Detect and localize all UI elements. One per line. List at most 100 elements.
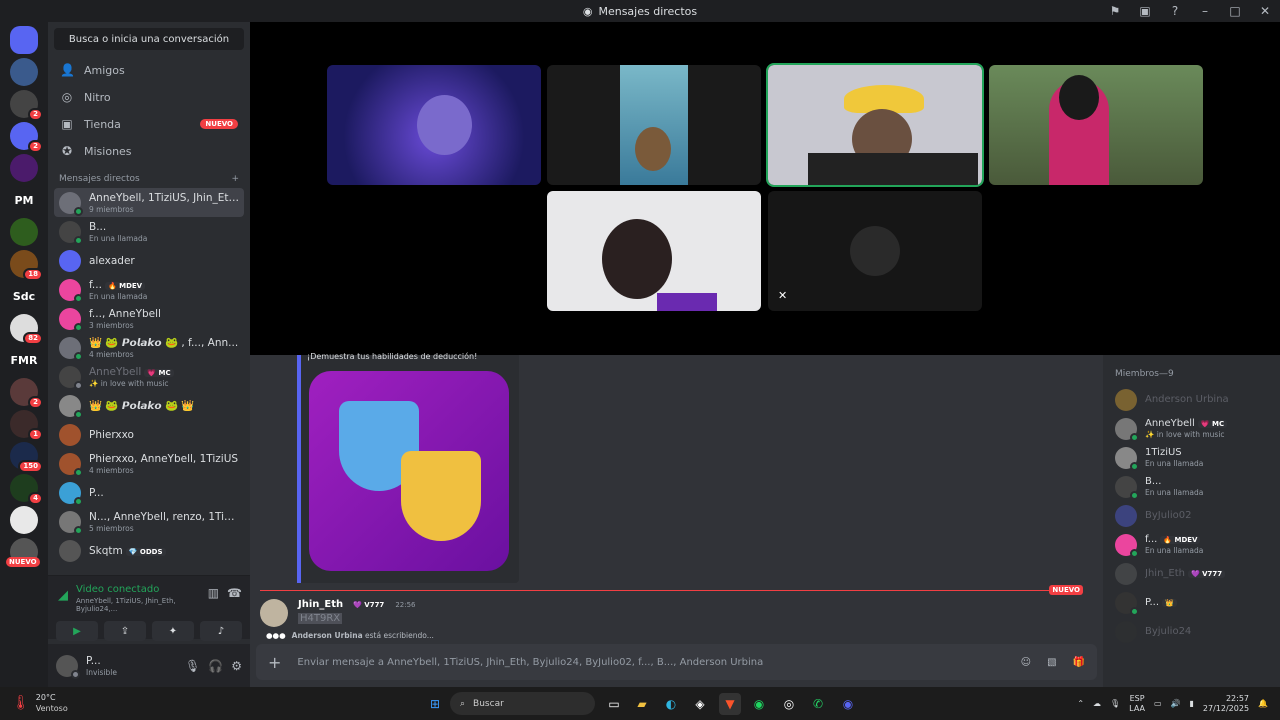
member-item[interactable]: B... En una llamada	[1103, 472, 1280, 501]
windows-start-icon[interactable]: ⊞	[424, 693, 446, 715]
screen-icon[interactable]: ▣	[1130, 4, 1160, 18]
server-icon[interactable]: PM	[10, 186, 38, 214]
battery-icon[interactable]: ▮	[1190, 699, 1194, 708]
help-icon[interactable]: ?	[1160, 4, 1190, 18]
brave-icon[interactable]: ▼	[719, 693, 741, 715]
voice-status[interactable]: Video conectado	[76, 584, 200, 595]
dm-item[interactable]: f... 🔥 MDEV En una llamada	[54, 275, 244, 304]
member-item[interactable]: Byjulio24	[1103, 617, 1280, 646]
nav-item-amigos[interactable]: 👤 Amigos	[54, 57, 244, 83]
server-icon[interactable]: 82	[10, 314, 43, 345]
dm-item[interactable]: Phierxxo	[54, 420, 244, 449]
nav-item-tienda[interactable]: ▣ Tienda NUEVO	[54, 111, 244, 137]
avatar-tile[interactable]: ✕	[768, 191, 982, 311]
server-icon[interactable]: 4	[10, 474, 43, 505]
file-explorer-icon[interactable]: ▰	[631, 693, 653, 715]
gif-icon[interactable]: ▧	[1047, 657, 1056, 668]
nav-item-misiones[interactable]: ✪ Misiones	[54, 138, 244, 164]
message-author[interactable]: Jhin_Eth	[298, 599, 343, 610]
network-icon[interactable]: ▭	[1154, 699, 1162, 708]
video-tile[interactable]	[547, 191, 761, 311]
avatar[interactable]	[56, 654, 80, 679]
server-icon[interactable]: 1	[10, 410, 43, 441]
video-tile[interactable]	[989, 65, 1203, 185]
mention-badge: 82	[23, 332, 43, 345]
member-item[interactable]: Jhin_Eth 💜 V777	[1103, 559, 1280, 588]
server-icon[interactable]	[10, 58, 38, 86]
screen-share-button[interactable]: ⇪	[104, 621, 146, 641]
spotify-icon[interactable]: ◉	[748, 693, 770, 715]
message-input[interactable]: + Enviar mensaje a AnneYbell, 1TiziUS, J…	[256, 644, 1097, 680]
headphones-icon[interactable]: 🎧	[208, 659, 223, 673]
task-view-icon[interactable]: ▭	[603, 693, 625, 715]
member-item[interactable]: Anderson Urbina	[1103, 385, 1280, 414]
dm-item[interactable]: AnneYbell, 1TiziUS, Jhin_Eth, ... 9 miemb…	[54, 188, 244, 217]
disconnect-icon[interactable]: ☎	[227, 586, 242, 600]
dm-item[interactable]: Skqtm 💎 ODDS	[54, 536, 244, 565]
search-conversation-button[interactable]: Busca o inicia una conversación	[54, 28, 244, 50]
chrome-icon[interactable]: ◎	[778, 693, 800, 715]
dm-item[interactable]: N..., AnneYbell, renzo, 1TiziUS 5 miembro…	[54, 507, 244, 536]
soundboard-button[interactable]: ♪	[200, 621, 242, 641]
member-item[interactable]: P... 👑	[1103, 588, 1280, 617]
notification-icon[interactable]: 🔔	[1258, 699, 1268, 708]
language-indicator[interactable]: ESP LAA	[1129, 694, 1145, 714]
clock[interactable]: 22:57 27/12/2025	[1203, 694, 1249, 714]
minimize-icon[interactable]: –	[1190, 4, 1220, 18]
avatar[interactable]	[260, 599, 288, 627]
video-tile-speaking[interactable]	[766, 63, 984, 187]
camera-button[interactable]: ▶	[56, 621, 98, 641]
dm-item[interactable]: alexader	[54, 246, 244, 275]
server-icon[interactable]	[10, 26, 38, 54]
video-tile[interactable]	[327, 65, 541, 185]
cloud-icon[interactable]: ☁	[1093, 699, 1101, 708]
dm-item[interactable]: Phierxxo, AnneYbell, 1TiziUS 4 miembros	[54, 449, 244, 478]
noise-icon[interactable]: ▥	[208, 586, 219, 600]
taskbar-search[interactable]: ⌕ Buscar	[450, 692, 595, 715]
close-icon[interactable]: ✕	[1250, 4, 1280, 18]
server-icon[interactable]	[10, 218, 38, 246]
member-item[interactable]: ByJulio02	[1103, 501, 1280, 530]
weather-widget[interactable]: 🌡 20°C Ventoso	[12, 692, 68, 714]
member-item[interactable]: f... 🔥 MDEV En una llamada	[1103, 530, 1280, 559]
server-icon[interactable]: FMR	[10, 346, 38, 374]
mention-badge: 2	[28, 396, 43, 409]
discord-taskbar-icon[interactable]: ◉	[837, 693, 859, 715]
server-icon[interactable]: 2	[10, 122, 43, 153]
inbox-icon[interactable]: ⚑	[1100, 4, 1130, 18]
add-attachment-icon[interactable]: +	[268, 653, 281, 672]
activities-button[interactable]: ✦	[152, 621, 194, 641]
member-item[interactable]: 1TiziUS En una llamada	[1103, 443, 1280, 472]
edge-icon[interactable]: ◐	[660, 693, 682, 715]
quests-icon: ✪	[61, 144, 73, 158]
server-icon[interactable]	[10, 506, 38, 534]
microphone-icon[interactable]: 🎙	[185, 659, 200, 673]
server-icon[interactable]: 2	[10, 378, 43, 409]
maximize-icon[interactable]: □	[1220, 4, 1250, 18]
mic-tray-icon[interactable]: 🎙	[1110, 699, 1120, 708]
app-icon[interactable]: ◈	[689, 693, 711, 715]
whatsapp-icon[interactable]: ✆	[807, 693, 829, 715]
server-icon[interactable]: Sdc	[10, 282, 38, 310]
add-dm-button[interactable]: +	[231, 174, 239, 184]
dm-item[interactable]: AnneYbell 💗 MC ✨ in love with music	[54, 362, 244, 391]
gift-icon[interactable]: 🎁	[1073, 657, 1085, 668]
chevron-up-icon[interactable]: ⌃	[1077, 699, 1084, 708]
emoji-icon[interactable]: ☺	[1021, 657, 1031, 668]
dm-item[interactable]: 👑 🐸 𝙋𝙤𝙡𝙖𝙠𝙤 🐸 , f..., Ann... 4 miembros	[54, 333, 244, 362]
server-icon[interactable]: 2	[10, 90, 43, 121]
dm-item[interactable]: P...	[54, 478, 244, 507]
dm-item[interactable]: 👑 🐸 𝙋𝙤𝙡𝙖𝙠𝙤 🐸 👑	[54, 391, 244, 420]
server-icon[interactable]	[10, 154, 38, 182]
video-tile[interactable]	[547, 65, 761, 185]
server-list: 2 2 PM 18 Sdc 82 FMR 2 1 150 4 NUEVO	[0, 22, 48, 687]
member-item[interactable]: AnneYbell 💗 MC ✨ in love with music	[1103, 414, 1280, 443]
dm-item[interactable]: f..., AnneYbell 3 miembros	[54, 304, 244, 333]
volume-icon[interactable]: 🔊	[1171, 699, 1181, 708]
gear-icon[interactable]: ⚙	[231, 659, 242, 673]
nav-item-nitro[interactable]: ◎ Nitro	[54, 84, 244, 110]
server-icon[interactable]: 150	[10, 442, 43, 473]
server-icon[interactable]: 18	[10, 250, 43, 281]
dm-item[interactable]: B... En una llamada	[54, 217, 244, 246]
game-embed[interactable]: ¡Demuestra tus habilidades de deducción!	[297, 352, 519, 583]
